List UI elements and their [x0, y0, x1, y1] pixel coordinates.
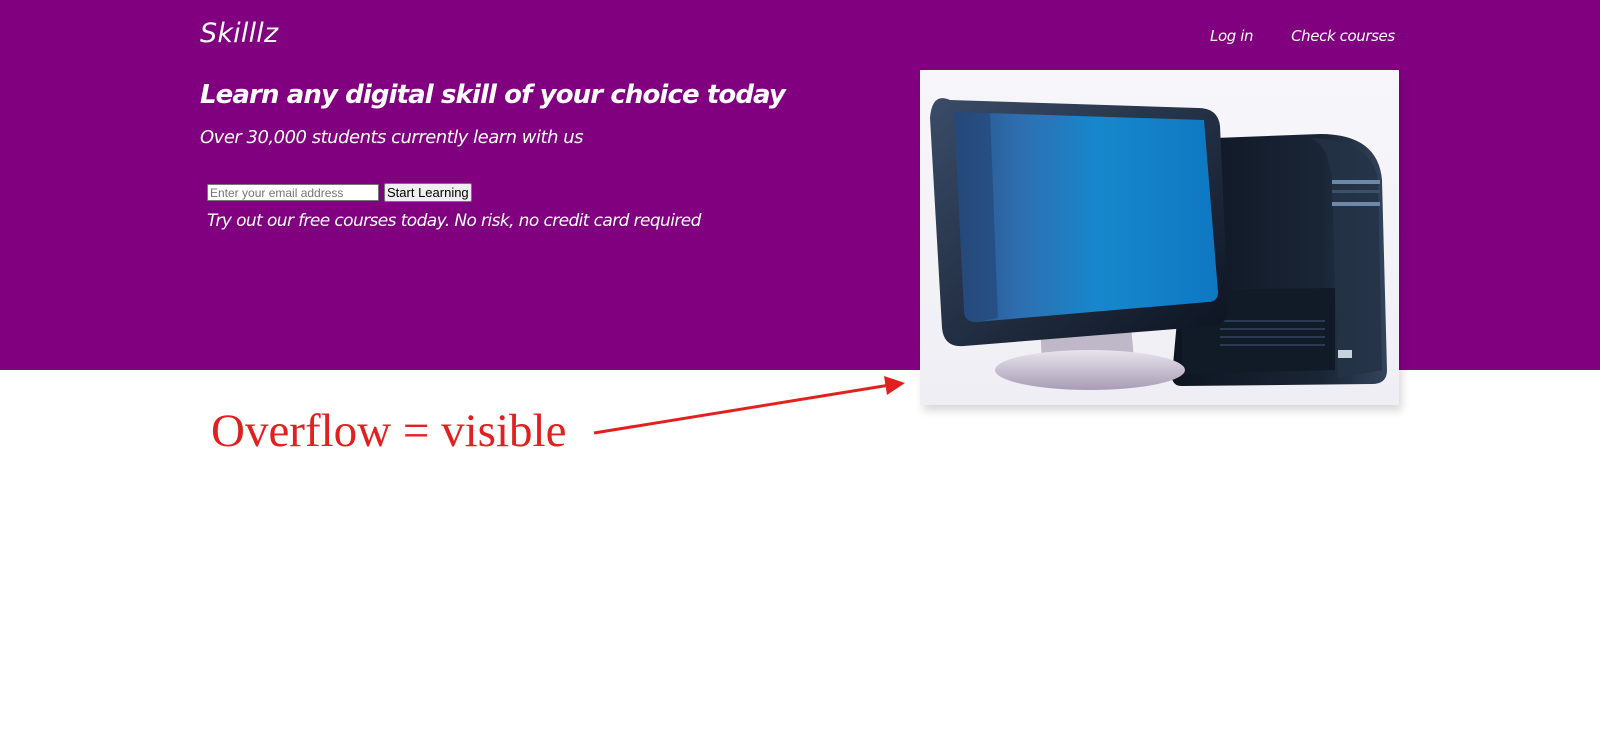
nav-link-check-courses[interactable]: Check courses — [1291, 27, 1395, 45]
desktop-computer-icon — [930, 98, 1387, 390]
desktop-computer-image — [920, 70, 1399, 405]
site-logo[interactable]: Skilllz — [200, 18, 278, 49]
hero-subheadline: Over 30,000 students currently learn wit… — [200, 127, 583, 148]
free-courses-note: Try out our free courses today. No risk,… — [207, 211, 701, 231]
start-learning-button[interactable]: Start Learning — [384, 183, 472, 202]
hero-headline: Learn any digital skill of your choice t… — [200, 80, 786, 110]
overflow-annotation: Overflow = visible — [211, 405, 567, 457]
email-input[interactable] — [207, 184, 379, 201]
main-nav: Log in Check courses — [1210, 27, 1395, 45]
nav-link-log-in[interactable]: Log in — [1210, 27, 1254, 45]
signup-form: Start Learning — [207, 183, 472, 202]
